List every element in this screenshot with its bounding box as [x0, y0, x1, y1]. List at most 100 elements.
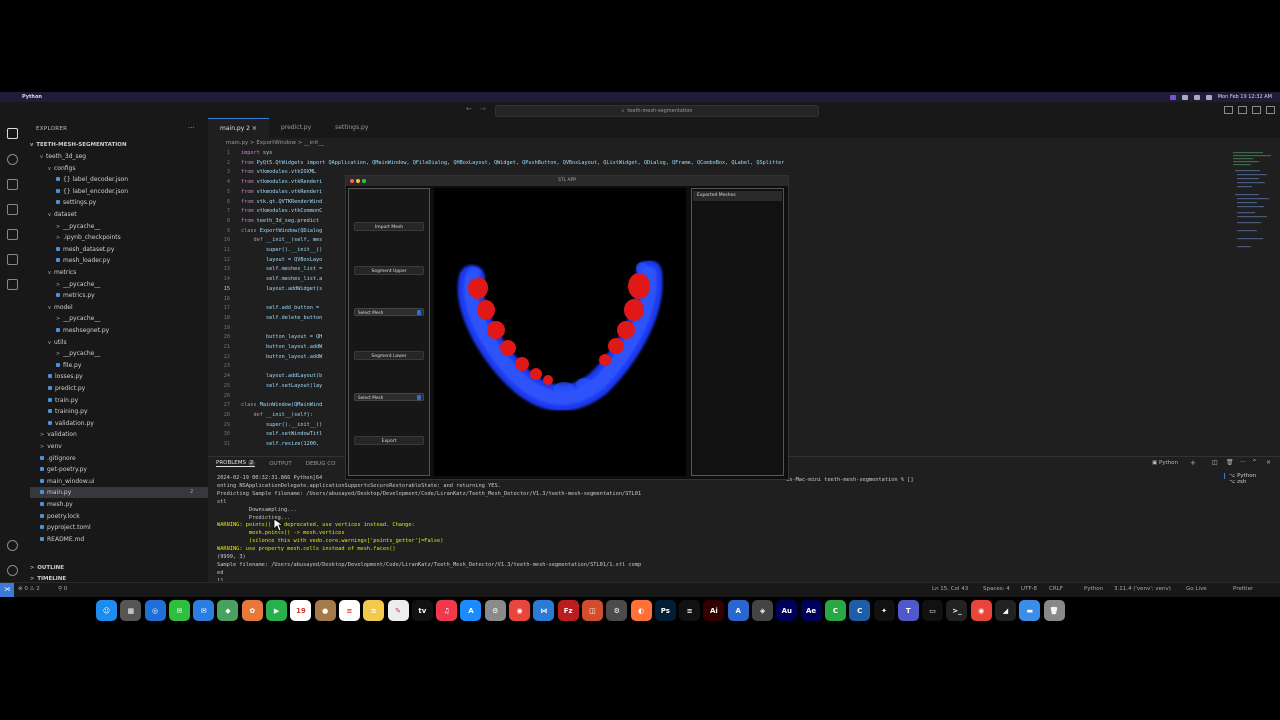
figma-icon[interactable]: ✦	[873, 600, 895, 621]
breadcrumb[interactable]: main.py > ExportWindow > __init__	[226, 140, 324, 146]
manage-gear-icon[interactable]	[7, 565, 18, 576]
tab-debug-console[interactable]: DEBUG CO	[306, 461, 336, 467]
tree-item[interactable]: main_window.ui	[40, 476, 95, 487]
minimap[interactable]	[1231, 150, 1276, 270]
run-debug-icon[interactable]	[7, 204, 18, 215]
remote-explorer-icon[interactable]	[7, 279, 18, 290]
select-mesh-lower-combo[interactable]: Select Mesh	[354, 393, 424, 401]
tree-item[interactable]: > venv	[40, 441, 62, 452]
c-icon[interactable]: C	[849, 600, 871, 621]
control-center-icon[interactable]	[1205, 94, 1212, 100]
contacts-icon[interactable]: ●	[314, 600, 336, 621]
tree-item[interactable]: mesh_loader.py	[56, 255, 110, 266]
account-icon[interactable]	[7, 540, 18, 551]
nav-forward-icon[interactable]: →	[480, 105, 486, 113]
tree-item[interactable]: {} label_decoder.json	[56, 174, 128, 185]
project-root[interactable]: v TEETH-MESH-SEGMENTATION	[30, 140, 127, 151]
chrome-icon[interactable]: ◉	[509, 600, 531, 621]
tree-item[interactable]: > validation	[40, 429, 77, 440]
trash-icon[interactable]: 🗑	[1043, 600, 1065, 621]
terminal-icon[interactable]: >_	[946, 600, 968, 621]
finder-icon[interactable]: ☺	[96, 600, 117, 621]
office-icon[interactable]: ◫	[581, 600, 603, 621]
trash-icon[interactable]: 🗑	[1226, 459, 1234, 466]
settings-icon[interactable]: ⚙	[484, 600, 506, 621]
import-mesh-button[interactable]: Import Mesh	[354, 222, 424, 231]
layout-panel-icon[interactable]	[1238, 106, 1247, 114]
tree-item[interactable]: v configs	[48, 163, 75, 174]
appletv-icon[interactable]: tv	[411, 600, 433, 621]
segment-upper-button[interactable]: Segment Upper	[354, 266, 424, 275]
layout-customize-icon[interactable]	[1266, 106, 1275, 114]
tree-item[interactable]: pyproject.toml	[40, 522, 91, 533]
source-control-icon[interactable]	[7, 179, 18, 190]
close-icon[interactable]: ×	[252, 125, 257, 132]
extensions-icon[interactable]	[7, 229, 18, 240]
pdf-icon[interactable]: ≡	[679, 600, 701, 621]
tree-item[interactable]: training.py	[48, 406, 88, 417]
tree-item[interactable]: poetry.lock	[40, 511, 80, 522]
ports-status[interactable]: ⚲ 0	[58, 586, 67, 592]
launchpad-icon[interactable]: ▦	[120, 600, 142, 621]
close-panel-icon[interactable]: ×	[1266, 459, 1271, 466]
terminal-dropdown[interactable]: ▣ Python	[1152, 460, 1178, 466]
tree-item[interactable]: > __pycache__	[56, 313, 100, 324]
cursor-position[interactable]: Ln 15, Col 43	[932, 586, 968, 592]
layout-sidebar-icon[interactable]	[1224, 106, 1233, 114]
select-mesh-upper-combo[interactable]: Select Mesh	[354, 308, 424, 316]
eol-status[interactable]: CRLF	[1049, 586, 1063, 592]
sheets-icon[interactable]: C	[824, 600, 846, 621]
tree-item[interactable]: get-poetry.py	[40, 464, 87, 475]
preview-icon[interactable]: ▭	[922, 600, 944, 621]
notes-icon[interactable]: ≡	[363, 600, 385, 621]
audition-icon[interactable]: Au	[776, 600, 798, 621]
tree-item[interactable]: validation.py	[48, 418, 94, 429]
firefox-icon[interactable]: ◐	[630, 600, 652, 621]
tree-item[interactable]: .gitignore	[40, 453, 76, 464]
prettier-status[interactable]: Prettier	[1233, 586, 1253, 592]
tree-item[interactable]: losses.py	[48, 371, 83, 382]
language-mode[interactable]: Python	[1084, 586, 1103, 592]
chrome2-icon[interactable]: ◉	[970, 600, 992, 621]
more-actions-icon[interactable]: ···	[188, 124, 195, 132]
reminders-icon[interactable]: ≡	[338, 600, 360, 621]
tree-item[interactable]: main.py 2	[30, 487, 214, 499]
mail-icon[interactable]: ✉	[193, 600, 215, 621]
tree-item[interactable]: v utils	[48, 337, 67, 348]
tree-item[interactable]: v metrics	[48, 267, 76, 278]
teams-icon[interactable]: T	[897, 600, 919, 621]
tree-item[interactable]: file.py	[56, 360, 81, 371]
testing-icon[interactable]	[7, 254, 18, 265]
tree-item[interactable]: v teeth_3d_seg	[40, 151, 86, 162]
export-button[interactable]: Export	[354, 436, 424, 445]
tab-problems[interactable]: PROBLEMS 2	[216, 460, 256, 467]
split-terminal-icon[interactable]: ◫	[1212, 459, 1218, 466]
layout-secondary-icon[interactable]	[1252, 106, 1261, 114]
facetime-icon[interactable]: ▶	[266, 600, 288, 621]
minimize-window-icon[interactable]	[356, 179, 360, 183]
explorer-icon[interactable]	[7, 128, 18, 139]
encoding-status[interactable]: UTF-8	[1021, 586, 1037, 592]
vscode-icon[interactable]: ⋈	[533, 600, 555, 621]
music-icon[interactable]: ♫	[436, 600, 458, 621]
tree-item[interactable]: predict.py	[48, 383, 85, 394]
tree-item[interactable]: metrics.py	[56, 290, 95, 301]
tree-item[interactable]: meshsegnet.py	[56, 325, 109, 336]
xcode-icon[interactable]: A	[727, 600, 749, 621]
folder-icon[interactable]: ▬	[1019, 600, 1041, 621]
tree-item[interactable]: v dataset	[48, 209, 77, 220]
zoom-window-icon[interactable]	[362, 179, 366, 183]
outline-section[interactable]: > OUTLINE	[30, 563, 64, 574]
menubar-app-name[interactable]: Python	[22, 94, 42, 100]
illustrator-icon[interactable]: Ai	[703, 600, 725, 621]
tree-item[interactable]: > __pycache__	[56, 279, 100, 290]
exported-meshes-list[interactable]	[693, 203, 782, 473]
tree-item[interactable]: settings.py	[56, 197, 96, 208]
search-icon[interactable]	[7, 154, 18, 165]
maximize-panel-icon[interactable]: ^	[1252, 459, 1257, 466]
calendar-icon[interactable]: 19	[290, 600, 312, 621]
terminal-output[interactable]: 2024-02-19 00:32:31.866 Python[64 enting …	[208, 475, 1208, 581]
go-live-button[interactable]: Go Live	[1186, 586, 1207, 592]
indentation-status[interactable]: Spaces: 4	[983, 586, 1010, 592]
menubar-clock[interactable]: Mon Feb 19 12:32 AM	[1218, 94, 1272, 100]
